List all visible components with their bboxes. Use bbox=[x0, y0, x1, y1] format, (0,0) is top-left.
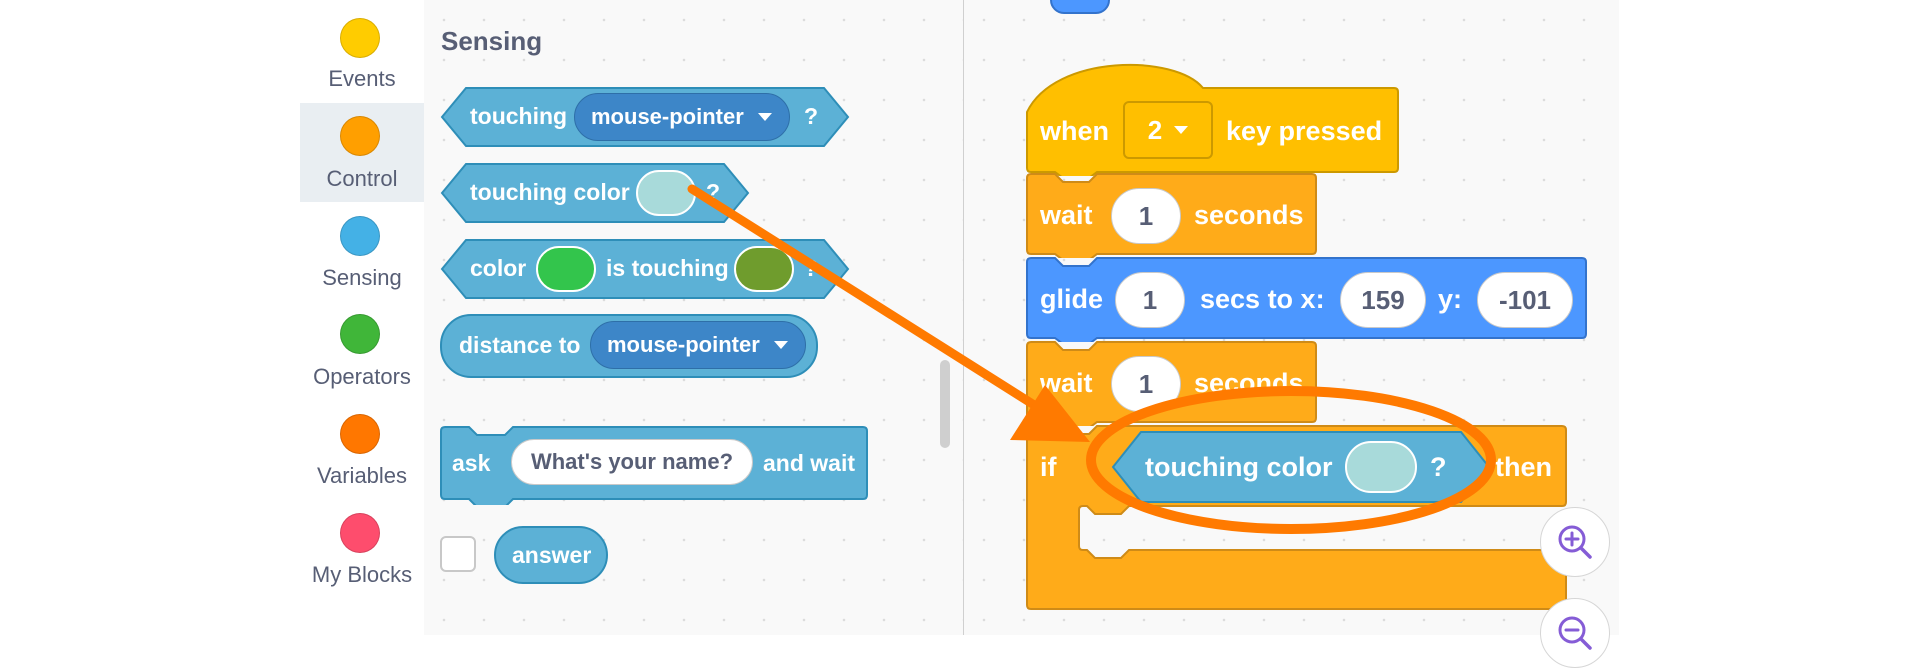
seconds-label: seconds bbox=[1194, 200, 1304, 230]
color-swatch-2[interactable] bbox=[734, 246, 794, 292]
if-label: if bbox=[1040, 452, 1057, 482]
category-label: Events bbox=[328, 66, 396, 91]
category-label: Sensing bbox=[322, 265, 402, 290]
ask-label: ask bbox=[452, 450, 491, 476]
category-sensing[interactable]: Sensing bbox=[300, 201, 424, 300]
touching-color-block[interactable]: touching color ? bbox=[440, 162, 750, 224]
category-operators[interactable]: Operators bbox=[300, 300, 424, 399]
dropdown-value: mouse-pointer bbox=[591, 104, 744, 129]
question-mark: ? bbox=[1430, 452, 1447, 482]
caret-down-icon bbox=[1174, 126, 1189, 134]
distance-target-dropdown[interactable]: mouse-pointer bbox=[590, 321, 806, 369]
wait-label: wait bbox=[1040, 200, 1093, 230]
caret-down-icon bbox=[773, 341, 788, 349]
key-pressed-label: key pressed bbox=[1226, 116, 1383, 146]
glide-x-input[interactable]: 159 bbox=[1340, 272, 1426, 328]
glide-seconds-input[interactable]: 1 bbox=[1115, 272, 1185, 328]
touching-block[interactable]: touching mouse-pointer ? bbox=[440, 86, 850, 148]
control-dot-icon bbox=[340, 116, 380, 156]
variables-dot-icon bbox=[340, 414, 380, 454]
color-label: color bbox=[470, 255, 527, 281]
and-wait-label: and wait bbox=[763, 450, 856, 476]
dropdown-value: mouse-pointer bbox=[607, 332, 760, 357]
key-value: 2 bbox=[1147, 114, 1163, 145]
wait-label: wait bbox=[1040, 368, 1093, 398]
glide-y-input[interactable]: -101 bbox=[1477, 272, 1573, 328]
category-label: Control bbox=[326, 166, 398, 191]
secs-to-x-label: secs to x: bbox=[1200, 284, 1325, 314]
category-control[interactable]: Control bbox=[300, 103, 424, 202]
when-key-pressed-block[interactable]: when 2 key pressed bbox=[1025, 56, 1400, 176]
category-menu: Events Control Sensing Operators Variabl… bbox=[300, 0, 425, 635]
caret-down-icon bbox=[757, 113, 772, 121]
if-then-block[interactable]: if touching color ? then bbox=[1025, 424, 1570, 635]
category-label: Variables bbox=[316, 463, 408, 488]
touching-target-dropdown[interactable]: mouse-pointer bbox=[574, 93, 790, 141]
answer-label: answer bbox=[512, 542, 592, 568]
condition-color-swatch[interactable] bbox=[1345, 441, 1417, 493]
my-blocks-dot-icon bbox=[340, 513, 380, 553]
ask-question-input[interactable]: What's your name? bbox=[511, 439, 753, 485]
color-is-touching-block[interactable]: color is touching ? bbox=[440, 238, 850, 300]
category-events[interactable]: Events bbox=[300, 0, 424, 99]
zoom-in-button[interactable] bbox=[1540, 507, 1610, 577]
palette-scrollbar[interactable] bbox=[940, 360, 950, 448]
touching-label: touching bbox=[470, 103, 568, 129]
glide-label: glide bbox=[1040, 284, 1104, 314]
category-label: Operators bbox=[313, 364, 411, 389]
wait-block-1[interactable]: wait 1 seconds bbox=[1025, 172, 1320, 258]
category-my-blocks[interactable]: My Blocks bbox=[300, 498, 424, 597]
distance-to-block[interactable]: distance to mouse-pointer bbox=[440, 314, 818, 378]
key-dropdown[interactable]: 2 bbox=[1123, 101, 1213, 159]
operators-dot-icon bbox=[340, 314, 380, 354]
sensing-dot-icon bbox=[340, 216, 380, 256]
then-label: then bbox=[1495, 452, 1552, 482]
category-label: My Blocks bbox=[311, 562, 413, 587]
y-label: y: bbox=[1438, 284, 1463, 314]
question-mark: ? bbox=[804, 255, 819, 281]
events-dot-icon bbox=[340, 18, 380, 58]
zoom-in-icon bbox=[1558, 525, 1592, 559]
color-swatch-1[interactable] bbox=[536, 246, 596, 292]
wait-seconds-input[interactable]: 1 bbox=[1111, 356, 1181, 412]
zoom-out-button[interactable] bbox=[1540, 598, 1610, 668]
condition-label: touching color bbox=[1145, 452, 1333, 482]
zoom-out-icon bbox=[1558, 616, 1592, 650]
partial-motion-block[interactable] bbox=[1050, 0, 1110, 14]
seconds-label: seconds bbox=[1194, 368, 1304, 398]
touching-color-label: touching color bbox=[470, 179, 630, 205]
distance-to-label: distance to bbox=[459, 332, 581, 358]
when-label: when bbox=[1040, 116, 1110, 146]
glide-block[interactable]: glide 1 secs to x: 159 y: -101 bbox=[1025, 256, 1590, 342]
is-touching-label: is touching bbox=[606, 255, 729, 281]
ask-and-wait-block[interactable]: ask What's your name? and wait bbox=[439, 425, 869, 505]
wait-block-2[interactable]: wait 1 seconds bbox=[1025, 340, 1320, 426]
answer-monitor-checkbox[interactable] bbox=[440, 536, 476, 572]
question-mark: ? bbox=[706, 179, 721, 205]
color-swatch[interactable] bbox=[636, 170, 696, 216]
wait-seconds-input[interactable]: 1 bbox=[1111, 188, 1181, 244]
answer-reporter[interactable]: answer bbox=[494, 526, 608, 584]
category-variables[interactable]: Variables bbox=[300, 399, 424, 498]
palette-section-title: Sensing bbox=[441, 26, 543, 56]
question-mark: ? bbox=[804, 103, 819, 129]
